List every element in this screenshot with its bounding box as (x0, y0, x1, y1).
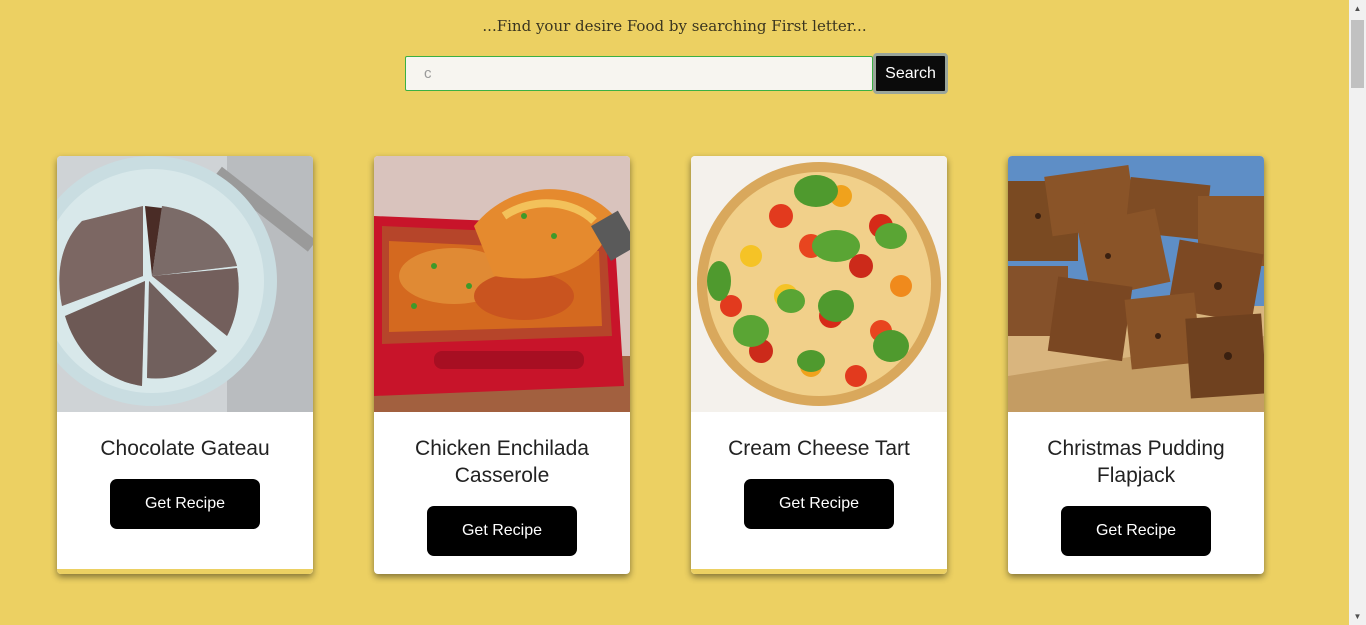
recipe-image (691, 156, 947, 412)
search-input[interactable] (405, 56, 873, 91)
page: ...Find your desire Food by searching Fi… (0, 0, 1349, 625)
get-recipe-button[interactable]: Get Recipe (744, 479, 894, 529)
recipe-title: Christmas Pudding Flapjack (1047, 437, 1225, 487)
scroll-thumb[interactable] (1351, 20, 1364, 88)
recipe-card: Chicken Enchilada Casserole Get Recipe (374, 156, 630, 574)
recipe-card: Cream Cheese Tart Get Recipe (691, 156, 947, 574)
recipe-image (1008, 156, 1264, 412)
recipe-image (57, 156, 313, 412)
get-recipe-button[interactable]: Get Recipe (427, 506, 577, 556)
recipe-title: Chicken Enchilada Casserole (415, 437, 589, 487)
recipe-card: Chocolate Gateau Get Recipe (57, 156, 313, 574)
get-recipe-button[interactable]: Get Recipe (1061, 506, 1211, 556)
search-button[interactable]: Search (873, 53, 948, 94)
recipe-image (374, 156, 630, 412)
recipe-card: Christmas Pudding Flapjack Get Recipe (1008, 156, 1264, 574)
page-tagline: ...Find your desire Food by searching Fi… (482, 17, 867, 35)
page-scrollbar[interactable]: ▲ ▼ (1349, 0, 1366, 625)
recipe-title: Chocolate Gateau (100, 437, 270, 460)
scroll-up-icon[interactable]: ▲ (1349, 0, 1366, 17)
scroll-down-icon[interactable]: ▼ (1349, 608, 1366, 625)
recipe-title: Cream Cheese Tart (728, 437, 910, 460)
get-recipe-button[interactable]: Get Recipe (110, 479, 260, 529)
